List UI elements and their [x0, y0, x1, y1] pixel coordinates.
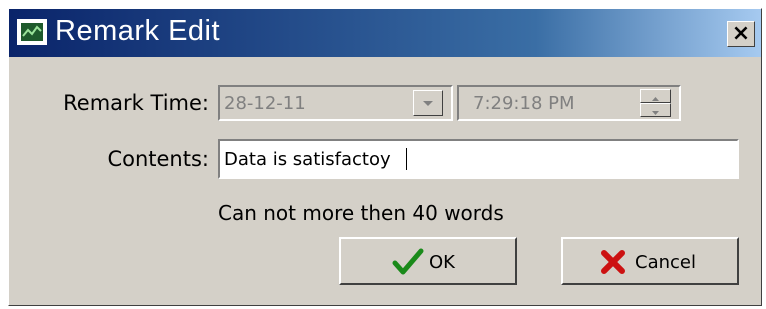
remark-time-label: Remark Time:	[63, 91, 209, 115]
cancel-x-icon	[601, 250, 625, 274]
cancel-label: Cancel	[635, 252, 696, 273]
title-bar[interactable]: Remark Edit ×	[9, 9, 761, 57]
close-icon: ×	[731, 21, 751, 46]
contents-input[interactable]: Data is satisfactoy	[218, 139, 739, 179]
check-icon	[392, 248, 424, 275]
cancel-button[interactable]: Cancel	[561, 237, 739, 285]
date-picker[interactable]: 28-12-11	[218, 85, 453, 121]
contents-label: Contents:	[107, 147, 209, 171]
word-limit-hint: Can not more then 40 words	[218, 201, 504, 225]
chevron-down-icon	[423, 101, 433, 106]
close-button[interactable]: ×	[727, 21, 755, 47]
text-caret	[406, 148, 407, 170]
time-spin-down-button[interactable]	[640, 103, 671, 117]
window-title: Remark Edit	[55, 15, 221, 47]
trend-chart-icon	[17, 19, 47, 45]
date-dropdown-button[interactable]	[413, 90, 443, 116]
contents-value: Data is satisfactoy	[224, 149, 391, 170]
spin-down-icon	[652, 111, 659, 115]
time-picker[interactable]: 7:29:18 PM	[457, 85, 681, 121]
time-spin-up-button[interactable]	[640, 89, 671, 103]
ok-label: OK	[429, 252, 455, 273]
date-value: 28-12-11	[224, 93, 306, 114]
ok-button[interactable]: OK	[339, 237, 517, 285]
time-value: 7:29:18 PM	[473, 93, 575, 114]
remark-edit-dialog: Remark Edit × Remark Time: 28-12-11 7:29…	[8, 8, 762, 306]
